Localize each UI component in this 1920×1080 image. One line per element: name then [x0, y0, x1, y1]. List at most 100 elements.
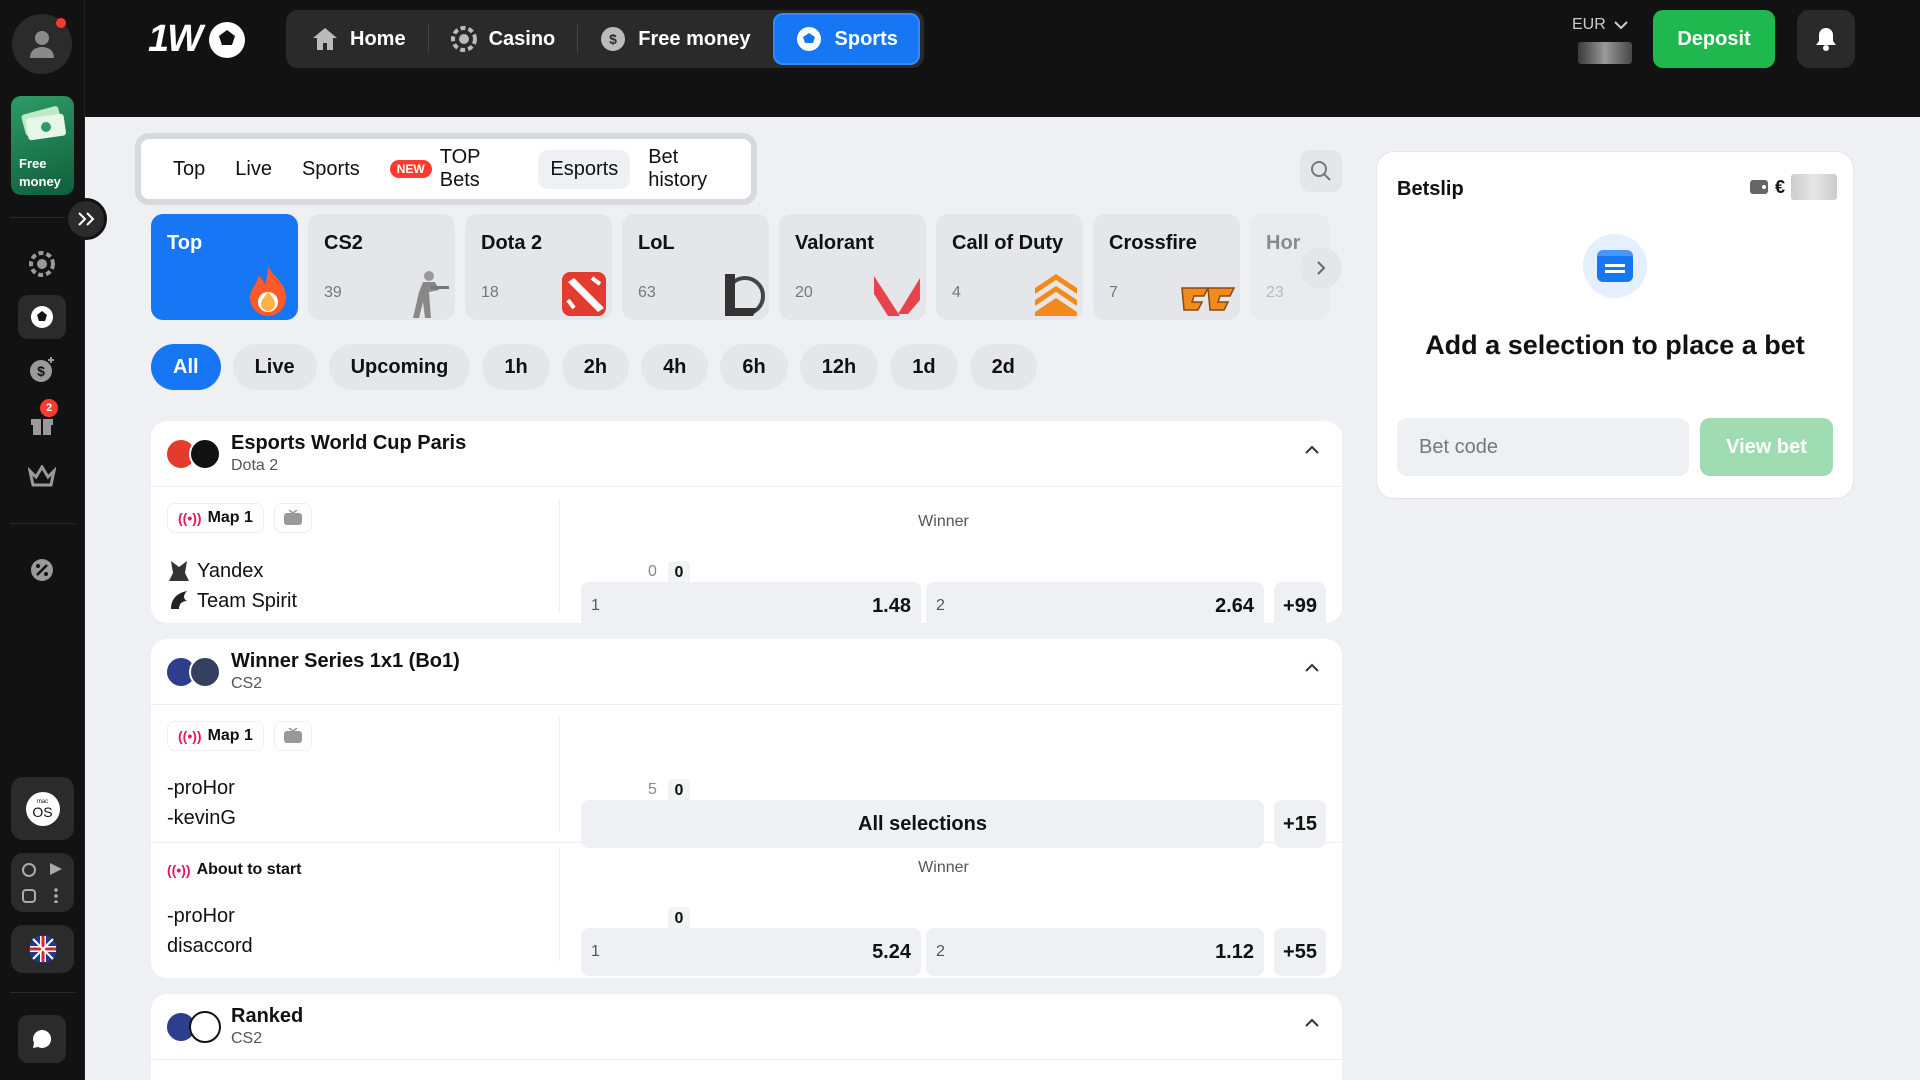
odd-button[interactable]: 1 5.24 — [581, 928, 921, 976]
odd-value: 1.48 — [872, 594, 911, 617]
more-dots-icon[interactable] — [54, 887, 58, 903]
user-avatar-button[interactable] — [12, 14, 72, 74]
event-card: Esports World Cup Paris Dota 2 ((•)) Map… — [151, 421, 1342, 623]
event-header[interactable]: Ranked CS2 — [151, 994, 1342, 1060]
game-card-lol[interactable]: LoL 63 — [622, 214, 769, 320]
odd-label: 1 — [591, 597, 600, 614]
game-card-cs2[interactable]: CS2 39 — [308, 214, 455, 320]
macos-app-button[interactable]: mac OS — [11, 777, 74, 840]
live-broadcast-icon: ((•)) — [178, 728, 202, 744]
match-row[interactable]: ((•)) Map 1 Yandex Team Spirit 0 0 0 0 W… — [151, 487, 1342, 623]
chevron-up-icon[interactable] — [1304, 663, 1320, 673]
game-count: 23 — [1266, 284, 1284, 301]
chevron-up-icon[interactable] — [1304, 1018, 1320, 1028]
filter-live[interactable]: Live — [232, 344, 317, 390]
tab-esports[interactable]: Esports — [538, 149, 631, 189]
whatsapp-icon[interactable] — [22, 863, 36, 877]
event-header[interactable]: Winner Series 1x1 (Bo1) CS2 — [151, 639, 1342, 705]
team-1: -proHor — [167, 777, 235, 800]
sidebar-item-sports[interactable] — [18, 295, 66, 339]
tv-icon — [283, 510, 302, 525]
game-card-valorant[interactable]: Valorant 20 — [779, 214, 926, 320]
tv-stream-button[interactable] — [273, 721, 312, 751]
game-card-dota2[interactable]: Dota 2 18 — [465, 214, 612, 320]
brand-logo[interactable]: 1W — [148, 18, 247, 61]
filter-1d[interactable]: 1d — [890, 344, 958, 390]
deposit-button[interactable]: Deposit — [1653, 10, 1775, 68]
game-card-call-of-duty[interactable]: Call of Duty 4 — [936, 214, 1083, 320]
notifications-button[interactable] — [1797, 10, 1855, 68]
filter-1h[interactable]: 1h — [482, 344, 550, 390]
support-chat-button[interactable] — [18, 1015, 66, 1063]
svg-text:$: $ — [609, 31, 617, 47]
filter-upcoming[interactable]: Upcoming — [328, 344, 471, 390]
game-card-top[interactable]: Top — [151, 214, 298, 320]
tv-stream-button[interactable] — [273, 503, 312, 533]
tab-sports[interactable]: Sports — [290, 150, 372, 189]
odd-label: 1 — [591, 943, 600, 960]
more-markets-button[interactable]: +99 — [1274, 582, 1326, 623]
free-money-promo[interactable]: Free money — [11, 96, 74, 195]
odd-button[interactable]: 2 1.12 — [926, 928, 1264, 976]
team-2: -kevinG — [167, 807, 236, 830]
sidebar-item-promo[interactable] — [18, 548, 66, 592]
tab-top-bets[interactable]: NEW TOP Bets — [378, 138, 533, 200]
chevron-up-icon[interactable] — [1304, 445, 1320, 455]
sidebar-expand-button[interactable] — [65, 198, 107, 240]
winner-series-logo — [189, 655, 221, 688]
nav-home[interactable]: Home — [290, 13, 428, 65]
match-status: Map 1 — [207, 727, 253, 744]
dollar-coin-icon: $ — [30, 357, 54, 382]
view-bet-button[interactable]: View bet — [1700, 418, 1833, 476]
currency-selector[interactable]: EUR — [1572, 16, 1628, 34]
filter-4h[interactable]: 4h — [641, 344, 709, 390]
live-status-chip: ((•)) Map 1 — [167, 721, 264, 751]
nav-free-money[interactable]: $ Free money — [578, 13, 772, 65]
sidebar-item-casino[interactable] — [18, 242, 66, 286]
money-cash-icon — [21, 106, 66, 141]
nav-sports-label: Sports — [834, 27, 898, 50]
game-count: 20 — [795, 284, 813, 301]
games-scroll-right-button[interactable] — [1300, 247, 1342, 289]
sidebar-item-vip[interactable] — [18, 454, 66, 498]
search-button[interactable] — [1300, 150, 1342, 192]
ticket-icon — [1597, 250, 1633, 282]
filter-2d[interactable]: 2d — [969, 344, 1037, 390]
odd-label: 2 — [936, 943, 945, 960]
soccer-ball-icon — [31, 306, 53, 328]
sidebar-item-money[interactable]: $ — [18, 348, 66, 392]
match-row[interactable]: ((•)) About to start -proHor disaccord 0… — [151, 843, 1342, 978]
odd-value: 1.12 — [1215, 940, 1254, 963]
telegram-icon[interactable] — [50, 863, 62, 875]
odd-button[interactable]: 1 1.48 — [581, 582, 921, 623]
match-row[interactable]: ((•)) Map 1 -proHor -kevinG 5 0 11 0 All… — [151, 705, 1342, 848]
time-filters: All Live Upcoming 1h 2h 4h 6h 12h 1d 2d — [151, 344, 1037, 390]
filter-all[interactable]: All — [151, 344, 221, 390]
event-title: Winner Series 1x1 (Bo1) — [231, 650, 460, 672]
nav-sports[interactable]: Sports — [772, 13, 920, 65]
team-name: -proHor — [167, 905, 235, 927]
tab-top[interactable]: Top — [161, 150, 217, 189]
valorant-logo-icon — [874, 276, 920, 316]
tab-live[interactable]: Live — [223, 150, 284, 189]
more-markets-button[interactable]: +55 — [1274, 928, 1326, 976]
instagram-icon[interactable] — [22, 889, 36, 903]
event-header[interactable]: Esports World Cup Paris Dota 2 — [151, 421, 1342, 487]
bet-code-input[interactable]: Bet code — [1397, 418, 1689, 476]
team-2: disaccord — [167, 935, 253, 958]
filter-6h[interactable]: 6h — [720, 344, 788, 390]
all-selections-button[interactable]: All selections — [581, 800, 1264, 848]
team-spirit-logo — [171, 591, 187, 609]
event-title: Esports World Cup Paris — [231, 432, 467, 454]
more-markets-button[interactable]: +15 — [1274, 800, 1326, 848]
sidebar-item-gifts[interactable]: 2 — [18, 399, 66, 445]
tab-bet-history[interactable]: Bet history — [636, 138, 751, 200]
language-selector[interactable] — [11, 925, 74, 973]
filter-12h[interactable]: 12h — [799, 344, 879, 390]
lol-logo-icon — [725, 274, 765, 316]
filter-2h[interactable]: 2h — [561, 344, 630, 390]
nav-casino[interactable]: Casino — [429, 13, 578, 65]
game-name: Call of Duty — [952, 232, 1064, 254]
game-card-crossfire[interactable]: Crossfire 7 — [1093, 214, 1240, 320]
odd-button[interactable]: 2 2.64 — [926, 582, 1264, 623]
